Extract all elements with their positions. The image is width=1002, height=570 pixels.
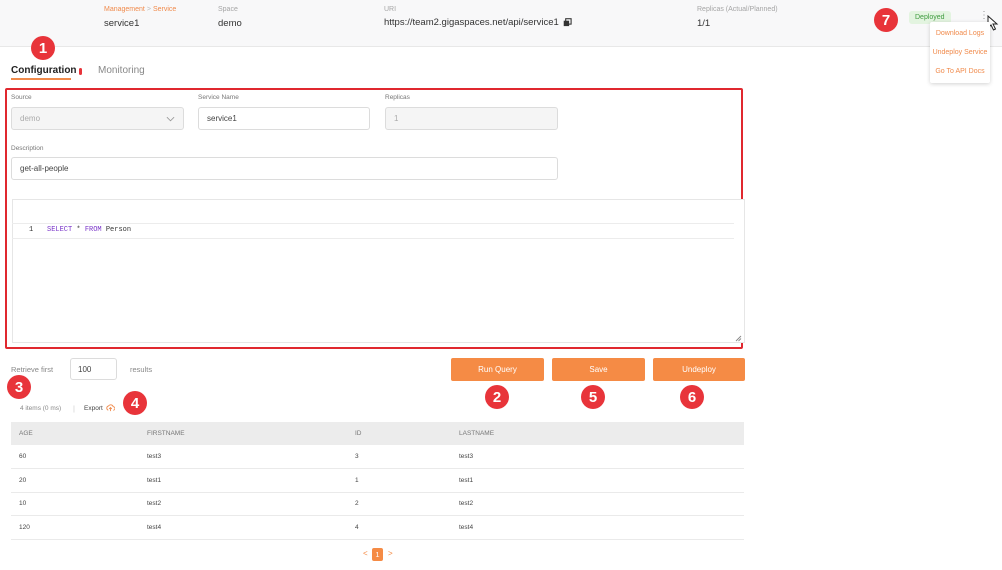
tab-monitoring[interactable]: Monitoring: [98, 65, 145, 76]
table-row: [11, 445, 744, 469]
column-header-age[interactable]: AGE: [19, 430, 33, 437]
tab-configuration[interactable]: Configuration: [11, 65, 77, 76]
retrieve-limit-input[interactable]: 100: [70, 358, 117, 380]
table-row: [11, 516, 744, 540]
table-name: Person: [101, 226, 132, 234]
cell-id: 4: [355, 524, 359, 531]
export-icon: [106, 404, 115, 412]
cell-age: 120: [19, 524, 30, 531]
results-label: results: [130, 365, 153, 374]
cell-id: 3: [355, 453, 359, 460]
column-header-id[interactable]: ID: [355, 430, 362, 437]
space-value: demo: [218, 18, 242, 29]
cell-lastname: test1: [459, 477, 474, 484]
run-query-button[interactable]: Run Query: [451, 358, 544, 381]
annotation-marker-2: 2: [485, 385, 509, 409]
select-star: *: [72, 226, 85, 234]
cell-id: 1: [355, 477, 359, 484]
annotation-marker-4: 4: [123, 391, 147, 415]
breadcrumb: Management > Service: [104, 6, 176, 13]
cell-lastname: test2: [459, 500, 474, 507]
replicas-input[interactable]: 1: [385, 107, 558, 130]
uri-field: https://team2.gigaspaces.net/api/service…: [384, 17, 572, 28]
cell-lastname: test4: [459, 524, 474, 531]
results-count: 4 items (0 ms): [20, 405, 62, 412]
description-input-value: get-all-people: [20, 164, 69, 173]
cell-id: 2: [355, 500, 359, 507]
column-header-lastname[interactable]: LASTNAME: [459, 430, 494, 437]
column-header-firstname[interactable]: FIRSTNAME: [147, 430, 185, 437]
menu-item-api-docs[interactable]: Go To API Docs: [930, 62, 990, 81]
pagination-prev[interactable]: <: [363, 549, 368, 558]
breadcrumb-management[interactable]: Management: [104, 6, 145, 13]
annotation-marker-7: 7: [874, 8, 898, 32]
query-editor[interactable]: [12, 199, 745, 343]
cell-firstname: test2: [147, 500, 162, 507]
pagination-next[interactable]: >: [388, 549, 393, 558]
table-row: [11, 469, 744, 493]
menu-item-undeploy-service[interactable]: Undeploy Service: [930, 43, 990, 62]
space-label: Space: [218, 6, 238, 13]
cell-firstname: test4: [147, 524, 162, 531]
service-name-label: Service Name: [198, 94, 239, 101]
annotation-marker-5: 5: [581, 385, 605, 409]
active-tab-underline: [11, 78, 71, 80]
annotation-marker-6: 6: [680, 385, 704, 409]
save-button[interactable]: Save: [552, 358, 645, 381]
cell-lastname: test3: [459, 453, 474, 460]
cell-firstname: test3: [147, 453, 162, 460]
cell-age: 20: [19, 477, 27, 484]
annotation-dot: [79, 68, 82, 75]
breadcrumb-service[interactable]: Service: [153, 6, 176, 13]
replicas-label: Replicas: [385, 94, 410, 101]
undeploy-button[interactable]: Undeploy: [653, 358, 745, 381]
resize-handle-icon[interactable]: [735, 335, 742, 342]
annotation-marker-3: 3: [7, 375, 31, 399]
chevron-down-icon: [166, 116, 175, 121]
pagination-page-current[interactable]: 1: [372, 548, 383, 561]
keyword-select: SELECT: [47, 226, 73, 234]
uri-label: URI: [384, 6, 397, 13]
description-input[interactable]: get-all-people: [11, 157, 558, 180]
results-divider: |: [73, 404, 75, 413]
table-header: [11, 422, 744, 445]
source-value: demo: [20, 114, 41, 123]
replicas-header-value: 1/1: [697, 18, 711, 29]
copy-icon[interactable]: [563, 18, 572, 27]
export-button[interactable]: Export: [84, 404, 115, 412]
editor-line-number: 1: [29, 226, 34, 234]
service-name-input-value: service1: [207, 114, 237, 123]
service-name-value: service1: [104, 18, 140, 29]
query-text[interactable]: SELECT * FROM Person: [47, 226, 131, 234]
uri-value: https://team2.gigaspaces.net/api/service…: [384, 17, 559, 28]
cell-age: 10: [19, 500, 27, 507]
description-label: Description: [11, 145, 44, 152]
service-name-input[interactable]: service1: [198, 107, 370, 130]
menu-item-download-logs[interactable]: Download Logs: [930, 24, 990, 43]
annotation-marker-1: 1: [31, 36, 55, 60]
service-actions-menu: Download Logs Undeploy Service Go To API…: [930, 22, 990, 83]
source-select[interactable]: demo: [11, 107, 184, 130]
retrieve-first-label: Retrieve first: [11, 365, 54, 374]
breadcrumb-separator: >: [146, 6, 151, 13]
source-label: Source: [11, 94, 32, 101]
cell-firstname: test1: [147, 477, 162, 484]
replicas-header-label: Replicas (Actual/Planned): [697, 6, 778, 13]
table-row: [11, 492, 744, 516]
export-label: Export: [84, 404, 103, 412]
cell-age: 60: [19, 453, 27, 460]
retrieve-limit-value: 100: [78, 364, 92, 374]
keyword-from: FROM: [84, 226, 102, 234]
replicas-input-value: 1: [394, 114, 399, 123]
